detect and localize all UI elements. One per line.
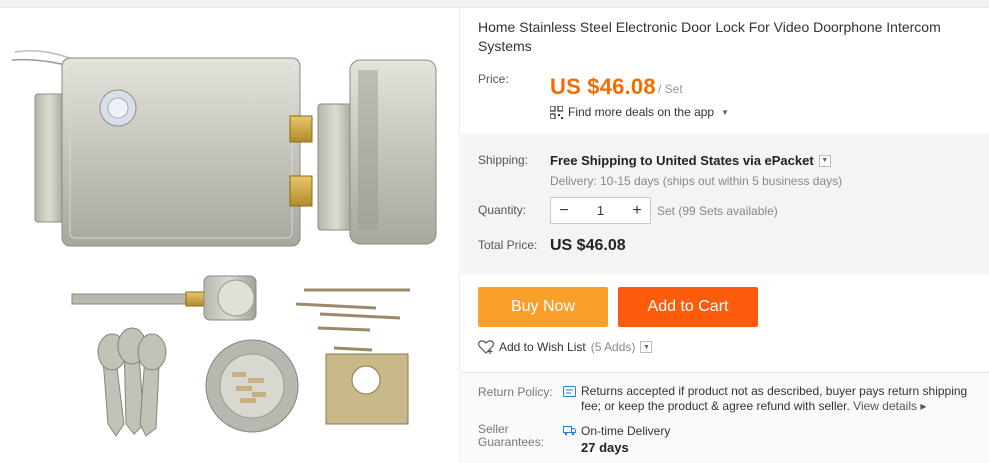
shipping-method: Free Shipping to United States via ePack… <box>550 153 814 168</box>
on-time-delivery-days: 27 days <box>581 440 629 455</box>
wishlist-count: (5 Adds) <box>590 340 636 354</box>
find-deals-text: Find more deals on the app <box>568 105 715 119</box>
quantity-availability: Set (99 Sets available) <box>657 204 778 218</box>
price-unit: / Set <box>658 82 683 96</box>
total-price-value: US $46.08 <box>550 237 626 254</box>
buy-now-button[interactable]: Buy Now <box>478 287 608 327</box>
delivery-truck-icon <box>563 426 576 436</box>
wishlist-label: Add to Wish List <box>499 340 586 354</box>
seller-guarantees-label: Seller Guarantees: <box>478 422 545 449</box>
shipping-label: Shipping: <box>478 153 529 167</box>
shipping-method-selector[interactable]: Free Shipping to United States via ePack… <box>550 153 831 168</box>
view-details-link[interactable]: View details ▸ <box>853 399 926 413</box>
return-policy-label: Return Policy: <box>478 385 553 399</box>
price-label: Price: <box>478 72 509 86</box>
product-details: Home Stainless Steel Electronic Door Loc… <box>461 8 989 463</box>
quantity-increase-button[interactable]: + <box>624 198 650 223</box>
chevron-down-icon[interactable]: ▼ <box>818 154 831 167</box>
quantity-label: Quantity: <box>478 203 527 217</box>
return-policy-text: Returns accepted if product not as descr… <box>581 384 986 414</box>
return-policy-icon <box>563 386 576 397</box>
add-to-wishlist-link[interactable]: Add to Wish List (5 Adds) ▼ <box>478 340 653 354</box>
quantity-stepper[interactable]: − 1 + <box>550 197 651 224</box>
heart-plus-icon <box>478 340 494 354</box>
quantity-input[interactable]: 1 <box>577 203 624 218</box>
total-price-label: Total Price: <box>478 238 538 252</box>
on-time-delivery-label: On-time Delivery <box>581 424 671 438</box>
qr-code-icon <box>550 105 563 119</box>
page-top-strip <box>0 0 989 8</box>
door-lock-illustration <box>11 49 437 437</box>
caret-down-icon: ▼ <box>721 107 730 117</box>
delivery-estimate: Delivery: 10-15 days (ships out within 5… <box>550 174 843 188</box>
price-value: US $46.08 <box>550 74 656 99</box>
quantity-decrease-button[interactable]: − <box>551 198 577 223</box>
chevron-down-icon[interactable]: ▼ <box>640 341 653 353</box>
find-deals-link[interactable]: Find more deals on the app ▼ <box>550 105 729 119</box>
product-image[interactable] <box>0 8 460 463</box>
add-to-cart-button[interactable]: Add to Cart <box>618 287 758 327</box>
product-title: Home Stainless Steel Electronic Door Loc… <box>478 19 941 54</box>
